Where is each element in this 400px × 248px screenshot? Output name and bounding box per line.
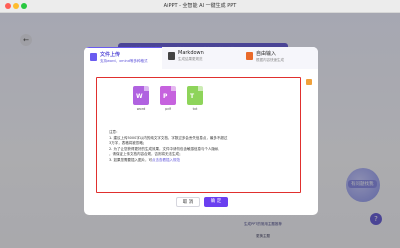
collapse-icon[interactable]: [306, 79, 312, 85]
insert-image-guide-link[interactable]: 点击查看插入规范: [152, 158, 180, 162]
tab-subtitle: 支持word、xmind等多种格式: [100, 59, 148, 63]
notes-line-text: 3. 如果您需要插入图片，可: [109, 157, 152, 162]
upload-icon: [90, 53, 97, 61]
tab-file-upload[interactable]: 文件上传 支持word、xmind等多种格式: [84, 47, 162, 69]
import-dialog: 文件上传 支持word、xmind等多种格式 Markdown 生成结果更规范 …: [84, 47, 318, 215]
tab-title: Markdown: [178, 50, 204, 56]
cancel-button[interactable]: 取 消: [176, 197, 200, 207]
file-type-word: W word: [133, 86, 149, 111]
file-upload-dropzone[interactable]: W word P pdf T txt 注意： 1. 建议上传5000字以内的纯文…: [96, 77, 301, 193]
file-type-pdf: P pdf: [160, 86, 176, 111]
tab-free-input[interactable]: 自由输入 根据内容快速生成: [240, 47, 318, 69]
tab-markdown[interactable]: Markdown 生成结果更规范: [162, 47, 240, 69]
dialog-footer: 取 消 确 定: [84, 197, 318, 215]
tab-subtitle: 生成结果更规范: [178, 57, 203, 61]
tab-subtitle: 根据内容快速生成: [256, 58, 284, 62]
file-type-label: txt: [192, 107, 198, 111]
upload-notes: 注意： 1. 建议上传5000字以内的纯文字文档，字数过多会丢失信息点，最多不超…: [109, 130, 294, 164]
pdf-file-icon: P: [160, 86, 176, 105]
confirm-button[interactable]: 确 定: [204, 197, 228, 207]
word-file-icon: W: [133, 86, 149, 105]
file-type-label: word: [136, 107, 146, 111]
tab-title: 自由输入: [256, 51, 277, 57]
tab-title: 文件上传: [100, 52, 121, 58]
import-tabs: 文件上传 支持word、xmind等多种格式 Markdown 生成结果更规范 …: [84, 47, 318, 69]
file-type-txt: T txt: [187, 86, 203, 111]
window-title: AiPPT - 全智能 AI 一键生成 PPT: [163, 3, 237, 9]
supported-file-types: W word P pdf T txt: [133, 86, 203, 111]
notes-line: 3. 如果您需要插入图片，可点击查看插入规范: [109, 158, 294, 164]
txt-file-icon: T: [187, 86, 203, 105]
window-titlebar: AiPPT - 全智能 AI 一键生成 PPT: [0, 0, 400, 13]
markdown-icon: [168, 52, 175, 60]
edit-icon: [246, 52, 253, 60]
file-type-label: pdf: [165, 107, 171, 111]
